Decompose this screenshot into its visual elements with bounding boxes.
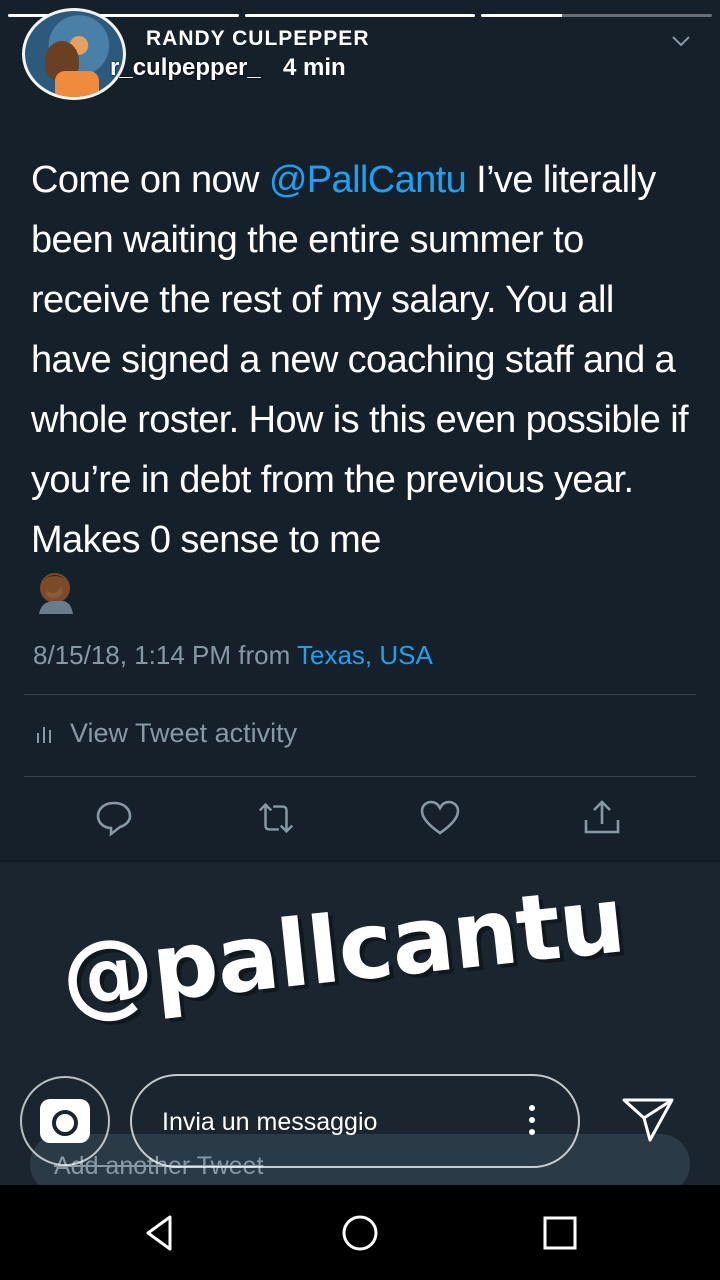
progress-segment <box>244 14 476 17</box>
share-icon <box>584 800 620 834</box>
send-icon[interactable] <box>620 1094 676 1144</box>
story-time: 4 min <box>283 54 346 81</box>
bar-chart-icon <box>37 726 51 743</box>
like-button[interactable] <box>420 796 460 840</box>
comment-icon <box>96 801 132 837</box>
activity-label: View Tweet activity <box>70 718 298 748</box>
facepalm-emoji-icon <box>39 573 73 614</box>
recents-icon[interactable] <box>538 1211 582 1255</box>
retweet-icon <box>258 802 294 834</box>
more-vertical-icon[interactable] <box>520 1102 544 1138</box>
tweet-text-start: Come on now <box>31 159 269 201</box>
android-nav-bar <box>0 1185 720 1280</box>
share-button[interactable] <box>582 796 622 840</box>
story-progress <box>8 14 713 18</box>
location-link[interactable]: Texas, USA <box>297 640 433 670</box>
chevron-down-icon[interactable] <box>670 30 692 52</box>
mention-link[interactable]: @PallCantu <box>269 159 467 201</box>
reply-placeholder: Invia un messaggio <box>162 1108 378 1136</box>
heart-icon <box>420 800 460 835</box>
home-icon[interactable] <box>338 1211 382 1255</box>
tweet-meta: 8/15/18, 1:14 PM from Texas, USA <box>33 640 433 671</box>
tweet-actions <box>0 796 720 844</box>
reply-button[interactable] <box>94 796 134 840</box>
retweet-button[interactable] <box>256 796 296 840</box>
back-icon[interactable] <box>138 1211 182 1255</box>
username[interactable]: r_culpepper_ <box>110 54 261 82</box>
tweet-timestamp: 8/15/18, 1:14 PM from <box>33 640 297 670</box>
display-name: RANDY CULPEPPER <box>146 27 370 50</box>
story-screen: RANDY CULPEPPER r_culpepper_ 4 min Come … <box>0 0 720 1185</box>
tweet-text: Come on now @PallCantu I’ve literally be… <box>31 150 701 570</box>
divider <box>24 776 696 777</box>
reply-message-input[interactable]: Invia un messaggio <box>130 1074 580 1168</box>
progress-segment <box>481 14 713 17</box>
view-tweet-activity[interactable]: View Tweet activity <box>34 718 297 749</box>
tweet-text-rest: I’ve literally been waiting the entire s… <box>31 159 689 561</box>
camera-icon <box>40 1099 90 1143</box>
camera-button[interactable] <box>20 1076 110 1166</box>
divider <box>24 694 696 695</box>
